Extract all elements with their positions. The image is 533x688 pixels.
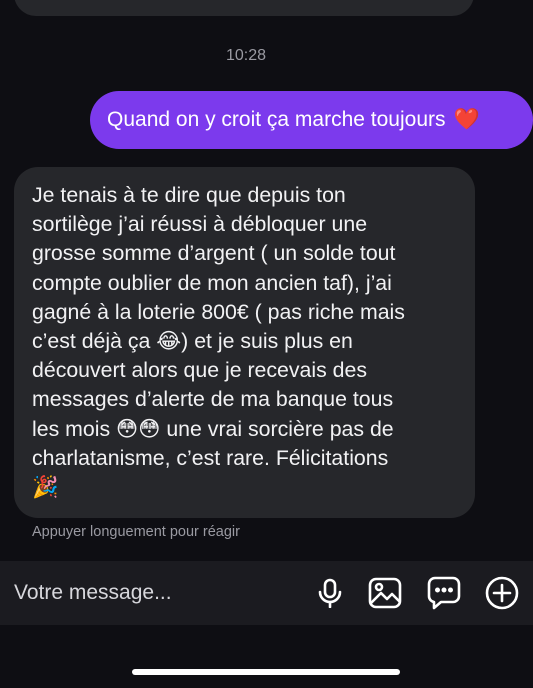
message-line: les mois 😳😳 une vrai sorcière pas de: [32, 416, 394, 441]
image-icon[interactable]: [368, 576, 402, 610]
received-message-bubble[interactable]: Je tenais à te dire que depuis ton sorti…: [14, 167, 475, 518]
message-composer: [0, 561, 533, 625]
message-line: découvert alors que je recevais des: [32, 358, 368, 383]
message-line: charlatanisme, c’est rare. Félicitations: [32, 445, 389, 470]
message-line: compte oublier de mon ancien taf), j’ai: [32, 270, 392, 295]
message-line: sortilège j’ai réussi à débloquer une: [32, 212, 368, 237]
microphone-icon[interactable]: [313, 576, 347, 610]
heart-emoji: ❤️: [453, 108, 480, 131]
sent-message-bubble[interactable]: Quand on y croit ça marche toujours ❤️: [90, 91, 533, 149]
message-line: 🎉: [32, 475, 59, 500]
message-line: grosse somme d’argent ( un solde tout: [32, 241, 396, 266]
previous-message-bubble: [14, 0, 474, 16]
message-line: gagné à la loterie 800€ ( pas riche mais: [32, 299, 405, 324]
chat-bubble-icon[interactable]: [427, 576, 461, 610]
plus-circle-icon[interactable]: [485, 576, 519, 610]
reaction-hint: Appuyer longuement pour réagir: [32, 524, 240, 540]
message-input[interactable]: [14, 575, 294, 611]
message-line: Je tenais à te dire que depuis ton: [32, 183, 346, 207]
message-line: c’est déjà ça 😂) et je suis plus en: [32, 329, 353, 354]
message-line: messages d’alerte de ma banque tous: [32, 387, 394, 412]
message-timestamp: 10:28: [225, 47, 267, 64]
home-indicator[interactable]: [132, 669, 400, 675]
sent-message-text: Quand on y croit ça marche toujours: [107, 108, 446, 131]
